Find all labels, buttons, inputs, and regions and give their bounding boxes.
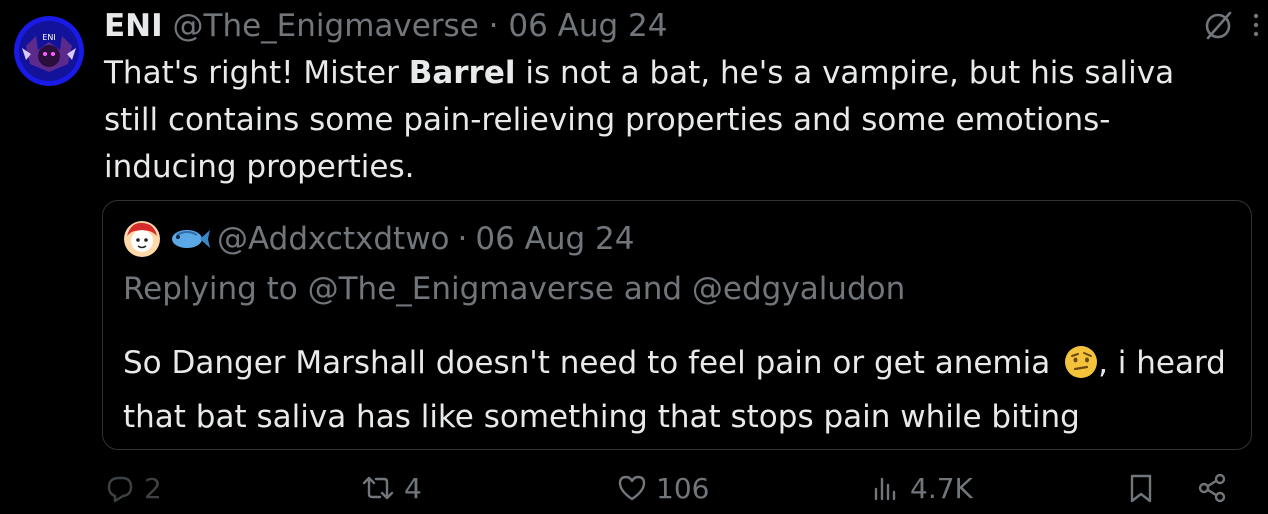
- author-avatar[interactable]: ENI: [14, 16, 84, 86]
- repost-button[interactable]: 4: [360, 466, 422, 510]
- tweet-header: ENI @The_Enigmaverse · 06 Aug 24: [104, 6, 668, 46]
- separator-dot: ·: [488, 8, 499, 44]
- fish-emoji-icon: [167, 224, 211, 254]
- raised-eyebrow-emoji-icon: [1064, 345, 1098, 393]
- like-count: 106: [656, 471, 710, 505]
- reply-user-1[interactable]: @The_Enigmaverse: [308, 271, 614, 307]
- tweet-text-bold: Barrel: [408, 55, 516, 91]
- share-icon: [1198, 473, 1226, 503]
- quote-separator-dot: ·: [457, 221, 468, 257]
- author-handle[interactable]: @The_Enigmaverse: [173, 8, 479, 44]
- reply-icon: [107, 476, 133, 503]
- bookmark-button[interactable]: [1126, 466, 1156, 510]
- share-button[interactable]: [1196, 466, 1228, 510]
- bat-character-icon: ENI: [14, 16, 84, 86]
- top-right-actions: [1202, 8, 1262, 42]
- tweet-text-start: That's right! Mister: [104, 55, 409, 91]
- more-dots-icon[interactable]: [1250, 8, 1262, 42]
- reply-button[interactable]: 2: [104, 466, 162, 510]
- action-bar: 2 4 106 4.7K: [104, 466, 1234, 510]
- reply-and: and: [613, 271, 692, 307]
- quote-text-start: So Danger Marshall doesn't need to feel …: [123, 345, 1061, 381]
- heart-icon: [618, 475, 646, 501]
- views-chart-icon: [874, 477, 896, 501]
- quote-header: @Addxctxdtwo · 06 Aug 24: [123, 219, 635, 259]
- bookmark-icon: [1130, 474, 1152, 503]
- quote-text: So Danger Marshall doesn't need to feel …: [123, 339, 1238, 441]
- repost-icon: [362, 476, 394, 500]
- quoted-tweet-card[interactable]: @Addxctxdtwo · 06 Aug 24 Replying to @Th…: [102, 200, 1252, 450]
- repost-count: 4: [404, 471, 422, 505]
- tweet-date[interactable]: 06 Aug 24: [508, 8, 667, 44]
- like-button[interactable]: 106: [616, 466, 709, 510]
- tweet-text: That's right! Mister Barrel is not a bat…: [104, 50, 1234, 191]
- reply-prefix: Replying to: [123, 271, 308, 307]
- author-name[interactable]: ENI: [104, 8, 163, 44]
- grok-slash-icon[interactable]: [1202, 8, 1236, 42]
- reply-count: 2: [144, 471, 162, 505]
- pink-character-avatar-icon[interactable]: [123, 220, 161, 258]
- views-count: 4.7K: [910, 471, 973, 505]
- views-button[interactable]: 4.7K: [870, 466, 973, 510]
- replying-to-line: Replying to @The_Enigmaverse and @edgyal…: [123, 269, 905, 309]
- quote-author-handle[interactable]: @Addxctxdtwo: [217, 219, 450, 259]
- quote-date[interactable]: 06 Aug 24: [475, 219, 634, 259]
- reply-user-2[interactable]: @edgyaludon: [692, 271, 905, 307]
- avatar-text: ENI: [42, 33, 55, 42]
